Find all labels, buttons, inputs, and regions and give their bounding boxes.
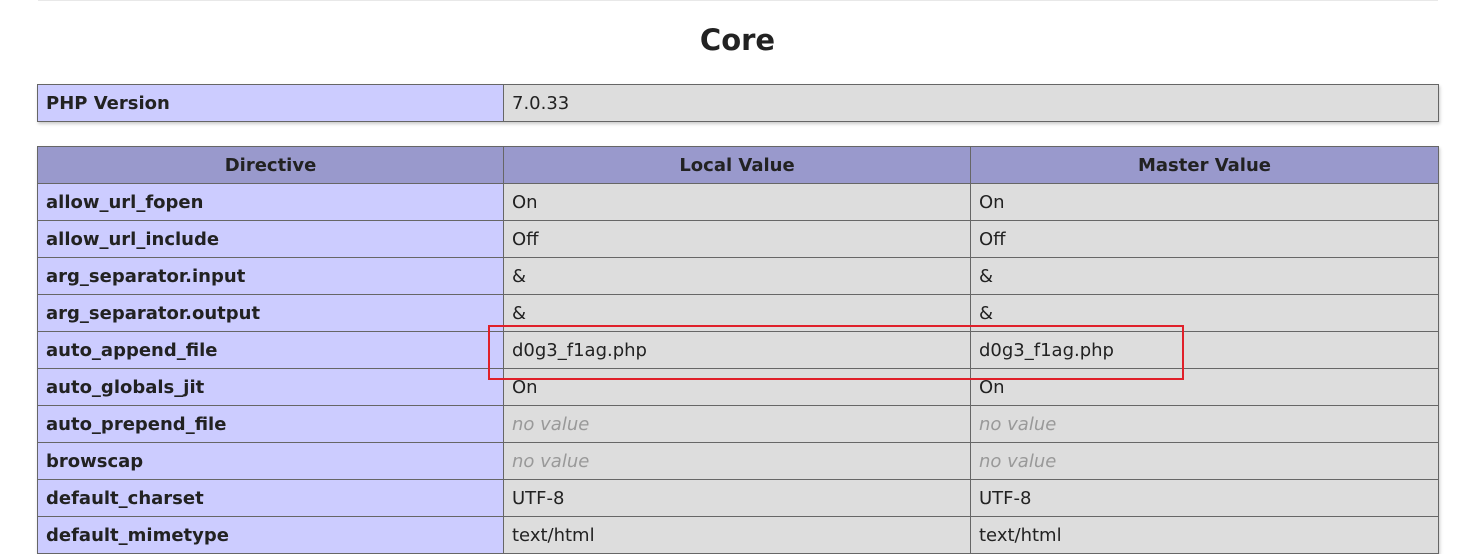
table-row: PHP Version 7.0.33 (37, 84, 1439, 122)
local-value-cell: Off (503, 220, 971, 258)
local-value-cell: UTF-8 (503, 479, 971, 517)
directive-name: auto_prepend_file (37, 405, 504, 443)
table-row: default_charset UTF-8 UTF-8 (37, 479, 1439, 517)
header-master-value: Master Value (970, 146, 1439, 184)
master-value-cell: no value (970, 405, 1439, 443)
no-value-text: no value (512, 450, 590, 472)
master-value-cell: no value (970, 442, 1439, 480)
table-row: allow_url_include Off Off (37, 220, 1439, 258)
master-value-cell: d0g3_f1ag.php (970, 331, 1439, 369)
directive-name: allow_url_include (37, 220, 504, 258)
php-version-label: PHP Version (37, 84, 504, 122)
master-value-cell: On (970, 183, 1439, 221)
local-value-cell: On (503, 183, 971, 221)
php-version-value: 7.0.33 (503, 84, 1439, 122)
master-value-cell: Off (970, 220, 1439, 258)
top-divider (38, 0, 1438, 1)
directive-name: default_charset (37, 479, 504, 517)
section-title: Core (699, 23, 776, 57)
directive-name: default_mimetype (37, 516, 504, 554)
directive-name: arg_separator.input (37, 257, 504, 295)
local-value-cell: On (503, 368, 971, 406)
directive-name: auto_append_file (37, 331, 504, 369)
local-value-cell: no value (503, 442, 971, 480)
master-value-cell: UTF-8 (970, 479, 1439, 517)
table-row: arg_separator.input & & (37, 257, 1439, 295)
directives-table: Directive Local Value Master Value allow… (37, 146, 1439, 554)
header-directive: Directive (37, 146, 504, 184)
master-value-cell: & (970, 257, 1439, 295)
table-row: arg_separator.output & & (37, 294, 1439, 332)
php-version-table: PHP Version 7.0.33 (37, 84, 1439, 122)
table-row: browscap no value no value (37, 442, 1439, 480)
table-row: auto_globals_jit On On (37, 368, 1439, 406)
table-header-row: Directive Local Value Master Value (37, 146, 1439, 184)
master-value-cell: On (970, 368, 1439, 406)
no-value-text: no value (979, 450, 1057, 472)
table-row: auto_prepend_file no value no value (37, 405, 1439, 443)
header-local-value: Local Value (503, 146, 971, 184)
table-row: default_mimetype text/html text/html (37, 516, 1439, 554)
local-value-cell: & (503, 294, 971, 332)
master-value-cell: text/html (970, 516, 1439, 554)
local-value-cell: & (503, 257, 971, 295)
master-value-cell: & (970, 294, 1439, 332)
table-row: auto_append_file d0g3_f1ag.php d0g3_f1ag.p… (37, 331, 1439, 369)
table-row: allow_url_fopen On On (37, 183, 1439, 221)
local-value-cell: no value (503, 405, 971, 443)
directive-name: auto_globals_jit (37, 368, 504, 406)
directive-name: allow_url_fopen (37, 183, 504, 221)
directive-name: browscap (37, 442, 504, 480)
local-value-cell: text/html (503, 516, 971, 554)
directive-name: arg_separator.output (37, 294, 504, 332)
no-value-text: no value (512, 413, 590, 435)
no-value-text: no value (979, 413, 1057, 435)
local-value-cell: d0g3_f1ag.php (503, 331, 971, 369)
